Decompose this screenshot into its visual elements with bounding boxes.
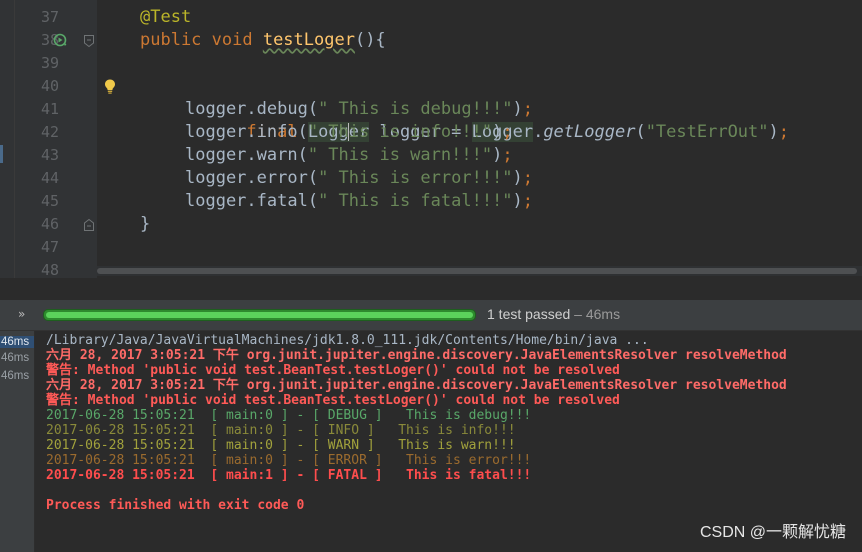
semicolon: ; (522, 99, 534, 119)
gutter-line: 46 (15, 213, 97, 236)
method-paren: (){ (354, 30, 386, 50)
test-tree-panel[interactable]: 46ms 46ms 46ms (0, 331, 35, 552)
call-suffix: ) (492, 145, 503, 165)
editor-left-strip (0, 0, 15, 278)
gutter-line: 41 (15, 98, 97, 121)
watermark: CSDN @一颗解忧糖 (699, 524, 846, 541)
semicolon: ; (502, 145, 513, 165)
console-line: /Library/Java/JavaVirtualMachines/jdk1.8… (46, 333, 649, 348)
code-line: final Logger logger = Logger.getLogger("… (97, 75, 789, 142)
gutter-line: 48 (15, 259, 97, 278)
panel-divider[interactable] (0, 278, 862, 301)
string-literal: " This is debug!!!" (318, 99, 513, 119)
dot-token: . (533, 122, 544, 142)
console-line: 2017-06-28 15:05:21 [ main:0 ] - [ ERROR… (46, 453, 532, 468)
closing-brace: } (140, 214, 151, 234)
semicolon: ; (522, 168, 534, 188)
gutter-line: 47 (15, 236, 97, 259)
code-editor[interactable]: 37 38 39 40 41 42 43 44 45 46 47 48 @Tes… (0, 0, 862, 278)
gutter-line: 39 (15, 52, 97, 75)
code-line: logger.error(" This is error!!!"); (185, 167, 533, 190)
test-status-separator: – (570, 306, 586, 322)
console-line: 警告: Method 'public void test.BeanTest.te… (46, 363, 620, 378)
fold-icon[interactable] (82, 34, 96, 48)
code-line: logger.fatal(" This is fatal!!!"); (185, 190, 533, 213)
line-number: 37 (40, 8, 59, 26)
test-duration[interactable]: 46ms (0, 352, 34, 364)
gutter-line: 40 (15, 75, 97, 98)
string-literal: "TestErrOut" (645, 122, 769, 142)
test-duration[interactable]: 46ms (0, 336, 34, 348)
string-literal: " This is warn!!!" (307, 145, 493, 165)
call-prefix: logger.debug( (185, 99, 319, 119)
gutter-line: 43 (15, 144, 97, 167)
gutter-line: 45 (15, 190, 97, 213)
string-literal: " This is info!!!" (307, 122, 493, 142)
annotation-token: @Test (140, 7, 192, 27)
fold-icon[interactable] (82, 218, 96, 232)
line-number: 44 (40, 169, 59, 187)
factory-method: getLogger (543, 122, 636, 142)
string-literal: " This is error!!!" (318, 168, 513, 188)
test-progress-bar (43, 309, 476, 321)
horizontal-scrollbar[interactable] (97, 266, 862, 276)
call-suffix: ) (512, 191, 523, 211)
code-line: @Test (140, 6, 191, 29)
console-line: 2017-06-28 15:05:21 [ main:0 ] - [ WARN … (46, 438, 516, 453)
line-number: 47 (40, 238, 59, 256)
scrollbar-thumb[interactable] (97, 268, 857, 274)
open-paren: ( (635, 122, 646, 142)
gutter-line: 44 (15, 167, 97, 190)
line-number: 42 (40, 123, 59, 141)
run-test-icon[interactable] (53, 33, 67, 47)
semicolon: ; (778, 122, 790, 142)
gutter-line: 38 (15, 29, 97, 52)
run-panel-header: » 1 test passed – 46ms (0, 300, 862, 331)
test-status-time: 46ms (585, 306, 621, 322)
console-line: 六月 28, 2017 3:05:21 下午 org.junit.jupiter… (46, 348, 787, 363)
code-line: logger.info(" This is info!!!"); (185, 121, 513, 144)
line-number-gutter: 37 38 39 40 41 42 43 44 45 46 47 48 (15, 0, 97, 278)
console-line: 六月 28, 2017 3:05:21 下午 org.junit.jupiter… (46, 378, 787, 393)
line-number: 43 (40, 146, 59, 164)
call-suffix: ) (492, 122, 503, 142)
code-line: } (140, 213, 150, 236)
code-line: logger.warn(" This is warn!!!"); (185, 144, 513, 167)
code-line: logger.debug(" This is debug!!!"); (185, 98, 533, 121)
call-suffix: ) (512, 168, 523, 188)
test-duration[interactable]: 46ms (0, 370, 34, 382)
line-number: 41 (40, 100, 59, 118)
line-number: 40 (40, 77, 59, 95)
test-status-label: 1 test passed (487, 306, 571, 322)
expand-toggle-icon[interactable]: » (18, 307, 25, 321)
call-prefix: logger.error( (185, 168, 319, 188)
line-number: 45 (40, 192, 59, 210)
call-prefix: logger.warn( (185, 145, 308, 165)
close-paren: ) (768, 122, 779, 142)
console-line: 2017-06-28 15:05:21 [ main:0 ] - [ DEBUG… (46, 408, 532, 423)
method-name[interactable]: testLoger (263, 30, 355, 50)
line-number: 46 (40, 215, 59, 233)
string-literal: " This is fatal!!!" (318, 191, 513, 211)
semicolon: ; (502, 122, 513, 142)
lightbulb-icon[interactable] (103, 78, 117, 95)
code-area[interactable]: @Test public void testLoger(){ final Log… (97, 0, 862, 278)
method-modifiers: public void (140, 30, 263, 50)
console-line: 警告: Method 'public void test.BeanTest.te… (46, 393, 620, 408)
console-line: Process finished with exit code 0 (46, 498, 305, 513)
call-suffix: ) (512, 99, 523, 119)
call-prefix: logger.info( (185, 122, 308, 142)
console-line: 2017-06-28 15:05:21 [ main:1 ] - [ FATAL… (46, 468, 532, 483)
code-line: public void testLoger(){ (140, 29, 386, 52)
gutter-line: 37 (15, 6, 97, 29)
gutter-line: 42 (15, 121, 97, 144)
line-number: 39 (40, 54, 59, 72)
line-number: 48 (40, 261, 59, 278)
test-status-text: 1 test passed – 46ms (487, 306, 620, 322)
semicolon: ; (522, 191, 534, 211)
console-line: 2017-06-28 15:05:21 [ main:0 ] - [ INFO … (46, 423, 516, 438)
test-progress-fill (46, 312, 473, 318)
scroll-marker (0, 145, 3, 163)
call-prefix: logger.fatal( (185, 191, 319, 211)
